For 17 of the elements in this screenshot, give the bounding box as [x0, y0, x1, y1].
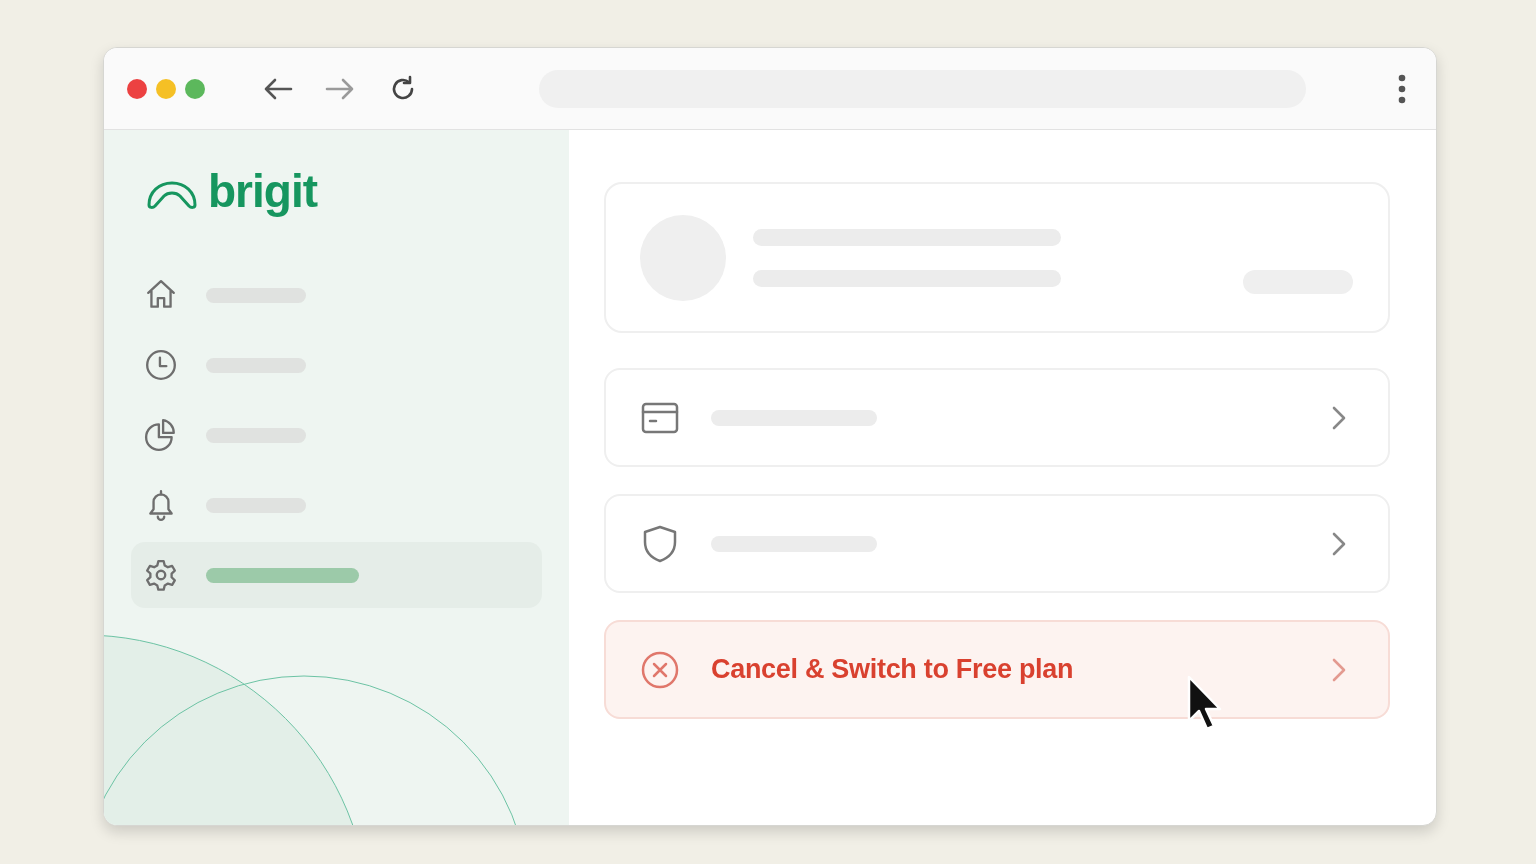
chevron-right-icon [1332, 531, 1346, 556]
close-button[interactable] [127, 78, 147, 99]
back-icon[interactable] [263, 76, 293, 101]
cancel-plan-button[interactable]: Cancel & Switch to Free plan [604, 620, 1390, 719]
sidebar-item[interactable] [131, 542, 542, 608]
pie-chart-icon [144, 418, 178, 452]
clock-icon [144, 348, 178, 382]
settings-row[interactable] [604, 368, 1390, 467]
settings-icon [144, 558, 178, 592]
maximize-button[interactable] [185, 78, 205, 99]
chevron-right-icon [1332, 657, 1346, 682]
chevron-right-icon [1332, 405, 1346, 430]
cancel-circle-icon [640, 649, 680, 690]
minimize-button[interactable] [156, 78, 176, 99]
menu-icon[interactable] [1398, 73, 1406, 104]
forward-icon[interactable] [325, 76, 355, 101]
settings-row[interactable] [604, 494, 1390, 593]
